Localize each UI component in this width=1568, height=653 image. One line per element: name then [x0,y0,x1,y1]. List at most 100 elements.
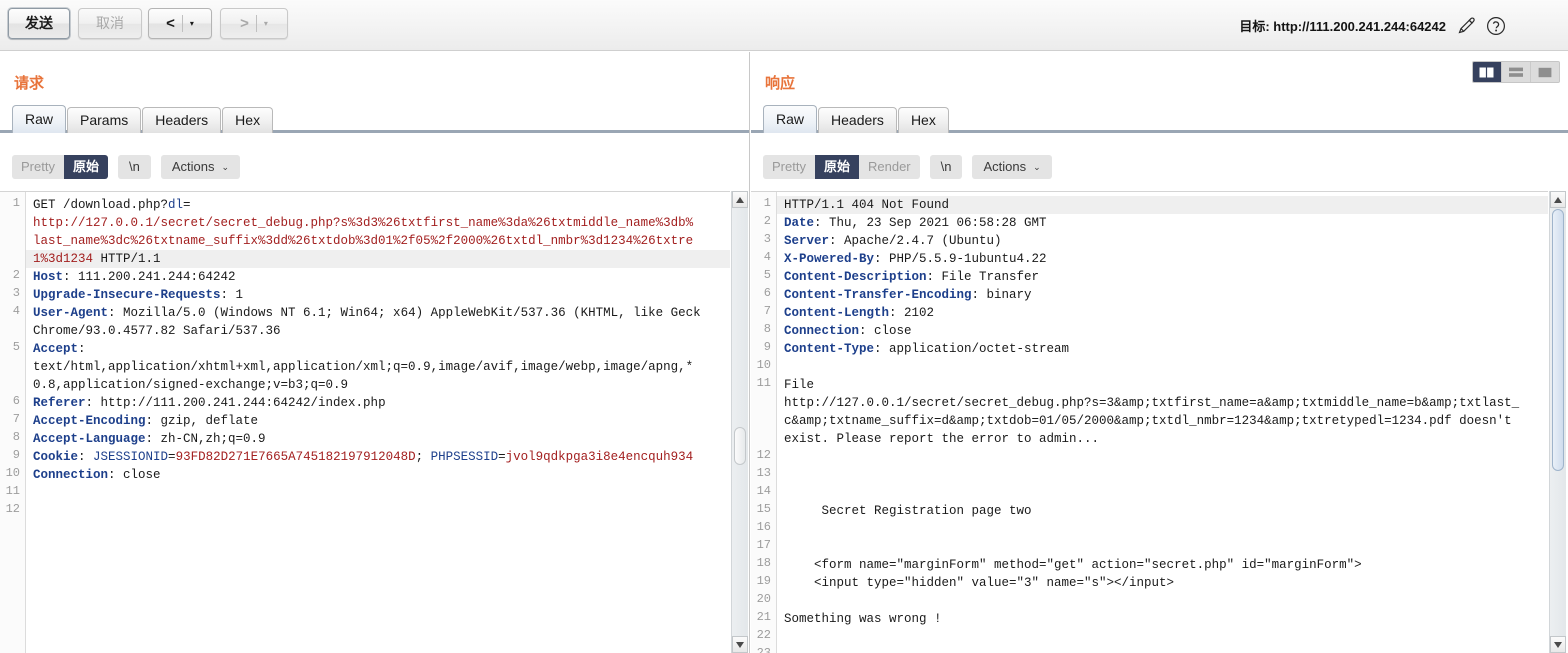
burp-repeater-window: 发送 取消 < ▾ > ▾ 目标: http://111.200.241.244… [0,0,1568,653]
code-line: 0.8,application/signed-exchange;v=b3;q=0… [33,378,349,392]
request-tab-raw[interactable]: Raw [12,105,67,133]
target-label: 目标: http://111.200.241.244:64242 [1239,19,1446,34]
line-number: 4 [763,250,771,264]
request-vertical-scrollbar[interactable] [731,191,748,653]
response-actions-label: Actions [983,159,1027,174]
line-number: 7 [763,304,771,318]
response-pane-title: 响应 [765,75,796,92]
line-number: 8 [12,430,20,444]
line-number: 1 [12,196,20,210]
code-line: last_name%3dc%26txtname_suffix%3dd%26txt… [33,234,694,248]
code-line: Accept: [33,342,86,356]
question-icon[interactable] [1486,16,1506,36]
response-minibar: Pretty 原始 Render \n Actions ⌄ [763,155,1052,179]
response-pretty-button[interactable]: Pretty [763,155,815,179]
response-render-button[interactable]: Render [858,155,920,179]
request-minibar: Pretty 原始 \n Actions ⌄ [12,155,241,179]
request-actions-button[interactable]: Actions ⌄ [160,155,241,179]
line-number: 5 [763,268,771,282]
response-tab-raw[interactable]: Raw [763,105,818,133]
back-button[interactable]: < ▾ [148,8,212,39]
scroll-up-icon[interactable] [1550,191,1566,208]
chevron-right-icon: > [240,15,249,32]
code-line: <input type="hidden" value="3" name="s">… [784,576,1175,590]
scroll-up-icon[interactable] [732,191,748,208]
line-number: 10 [756,358,771,372]
divider [181,15,183,32]
line-number: 11 [5,484,20,498]
line-number: 19 [756,574,771,588]
chevron-down-icon[interactable]: ▾ [190,19,194,28]
code-line: Upgrade-Insecure-Requests: 1 [33,288,244,302]
scrollbar-thumb[interactable] [734,427,746,465]
scroll-down-icon[interactable] [732,636,748,653]
code-line: Server: Apache/2.4.7 (Ubuntu) [784,234,1002,248]
request-newline-button[interactable]: \n [117,155,151,179]
response-actions-button[interactable]: Actions ⌄ [972,155,1052,179]
line-number: 5 [12,340,20,354]
request-code-area[interactable]: GET /download.php?dl= http://127.0.0.1/se… [27,192,730,653]
response-tab-headers[interactable]: Headers [818,107,897,133]
code-line: X-Powered-By: PHP/5.5.9-1ubuntu4.22 [784,252,1047,266]
response-tabstrip: Raw Headers Hex [751,104,1568,133]
line-number: 23 [756,646,771,653]
code-line: File [784,378,815,392]
line-number: 15 [756,502,771,516]
scrollbar-thumb[interactable] [1552,209,1564,471]
request-tab-headers[interactable]: Headers [142,107,222,133]
code-line: 1%3d1234 HTTP/1.1 [33,252,161,266]
line-number: 16 [756,520,771,534]
line-number: 3 [12,286,20,300]
line-number: 21 [756,610,771,624]
pencil-icon[interactable] [1456,16,1476,36]
code-line: Something was wrong ! [784,612,942,626]
chevron-down-icon: ⌄ [1033,161,1041,172]
line-number: 9 [12,448,20,462]
line-number: 6 [12,394,20,408]
request-actions-label: Actions [171,159,215,174]
line-number: 11 [756,376,771,390]
send-button[interactable]: 发送 [8,8,70,39]
split-vertical-icon[interactable] [1473,62,1502,82]
request-tab-params[interactable]: Params [67,107,142,133]
request-raw-button[interactable]: 原始 [63,155,108,179]
single-pane-icon[interactable] [1531,62,1559,82]
response-tab-hex[interactable]: Hex [897,107,949,133]
target-area: 目标: http://111.200.241.244:64242 [1239,0,1506,51]
forward-button[interactable]: > ▾ [220,8,288,39]
line-number: 12 [756,448,771,462]
chevron-down-icon: ⌄ [221,161,230,172]
code-line: text/html,application/xhtml+xml,applicat… [33,360,694,374]
response-vertical-scrollbar[interactable] [1549,191,1566,653]
response-pane: 响应 Raw Headers Hex Pretty 原始 Render \n A… [751,52,1568,653]
request-view-mode-group: Pretty 原始 [12,155,108,179]
code-line: Secret Registration page two [784,504,1032,518]
chevron-down-icon[interactable]: ▾ [264,19,268,28]
code-line: Accept-Encoding: gzip, deflate [33,414,259,428]
cancel-button[interactable]: 取消 [78,8,142,39]
code-line: Host: 111.200.241.244:64242 [33,270,236,284]
line-number: 6 [763,286,771,300]
line-number: 2 [763,214,771,228]
code-line: Cookie: JSESSIONID=93FD82D271E7665A74518… [33,450,694,464]
response-editor[interactable]: 1 2 3 4 5 6 7 8 9 10 11 12 13 14 15 16 17 18 19 20 21 22 23 HT… [751,191,1548,653]
request-editor[interactable]: 1 2 3 4 5 6 7 8 9 10 11 12 GET /download.php?dl= htt… [0,191,730,653]
line-number: 18 [756,556,771,570]
request-tab-hex[interactable]: Hex [222,107,274,133]
code-line: http://127.0.0.1/secret/secret_debug.php… [33,216,694,230]
response-code-area[interactable]: HTTP/1.1 404 Not Found Date: Thu, 23 Sep … [778,192,1548,653]
request-pretty-button[interactable]: Pretty [12,155,64,179]
code-line: Connection: close [784,324,912,338]
response-newline-button[interactable]: \n [929,155,963,179]
request-tabstrip: Raw Params Headers Hex [0,104,749,133]
response-raw-button[interactable]: 原始 [814,155,859,179]
code-line: Content-Transfer-Encoding: binary [784,288,1032,302]
request-gutter: 1 2 3 4 5 6 7 8 9 10 11 12 [0,192,26,653]
line-number: 12 [5,502,20,516]
line-number: 7 [12,412,20,426]
line-number: 9 [763,340,771,354]
code-line: <form name="marginForm" method="get" act… [784,558,1362,572]
scroll-down-icon[interactable] [1550,636,1566,653]
split-horizontal-icon[interactable] [1502,62,1531,82]
line-number: 17 [756,538,771,552]
